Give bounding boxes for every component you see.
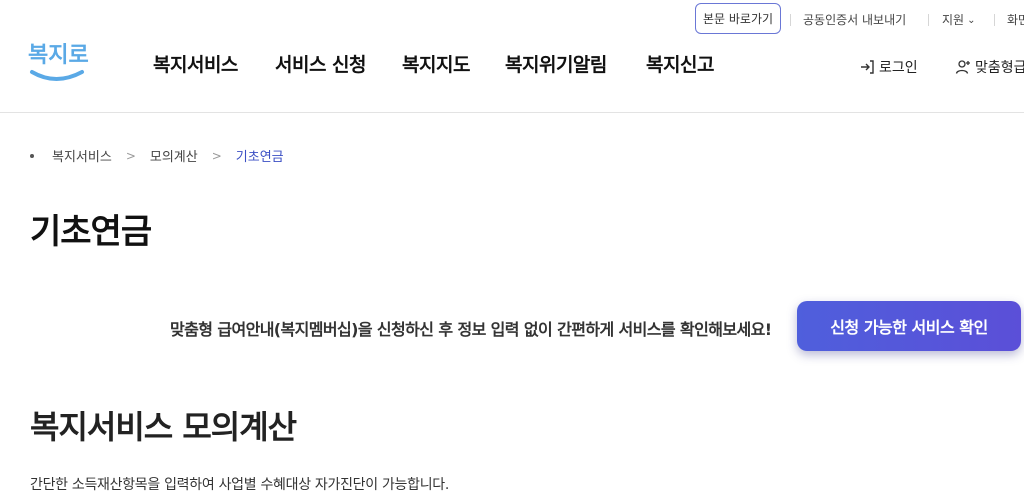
support-menu[interactable]: 지원 ⌄	[942, 11, 975, 28]
divider	[928, 14, 929, 26]
nav-service-apply[interactable]: 서비스 신청	[275, 50, 367, 77]
chevron-down-icon: ⌄	[967, 15, 976, 26]
home-dot-icon	[30, 153, 34, 158]
page: 본문 바로가기 공동인증서 내보내기 지원 ⌄ 화면 복지로 복지서비스 서비스 …	[0, 0, 1024, 495]
support-label: 지원	[942, 13, 965, 27]
utility-link-truncated[interactable]: 화면	[1007, 11, 1024, 28]
divider	[790, 14, 791, 26]
nav-welfare-map[interactable]: 복지지도	[402, 50, 470, 77]
login-icon	[861, 60, 874, 74]
promo-text: 맞춤형 급여안내(복지멤버십)을 신청하신 후 정보 입력 없이 간편하게 서비…	[170, 320, 772, 339]
chevron-right-icon: >	[211, 148, 222, 163]
certificate-export-link[interactable]: 공동인증서 내보내기	[803, 11, 906, 28]
user-add-icon	[955, 60, 970, 74]
signup-button[interactable]: 맞춤형급	[955, 57, 1024, 77]
page-title: 기초연금	[30, 212, 152, 252]
section-description: 간단한 소득재산항목을 입력하여 사업별 수혜대상 자가진단이 가능합니다.	[30, 477, 450, 493]
nav-welfare-services[interactable]: 복지서비스	[153, 50, 238, 77]
breadcrumb-current: 기초연금	[235, 150, 284, 165]
signup-label: 맞춤형급	[975, 60, 1024, 76]
nav-welfare-report[interactable]: 복지신고	[646, 50, 714, 77]
breadcrumb: 복지서비스 > 모의계산 > 기초연금	[30, 146, 284, 165]
breadcrumb-welfare-services[interactable]: 복지서비스	[52, 146, 112, 165]
divider	[994, 14, 995, 26]
check-eligible-services-button[interactable]: 신청 가능한 서비스 확인	[797, 301, 1021, 351]
chevron-right-icon: >	[125, 148, 136, 163]
login-label: 로그인	[879, 60, 918, 76]
svg-text:복지로: 복지로	[28, 43, 89, 68]
login-button[interactable]: 로그인	[859, 57, 918, 77]
logo-icon: 복지로	[28, 43, 89, 81]
site-logo[interactable]: 복지로	[26, 36, 90, 86]
section-title: 복지서비스 모의계산	[30, 408, 297, 446]
nav-welfare-alert[interactable]: 복지위기알림	[505, 50, 607, 77]
skip-to-content-link[interactable]: 본문 바로가기	[695, 3, 781, 34]
breadcrumb-mock-calculation[interactable]: 모의계산	[150, 146, 198, 165]
utility-bar: 본문 바로가기 공동인증서 내보내기 지원 ⌄ 화면	[0, 3, 1024, 35]
header-divider	[0, 112, 1024, 113]
